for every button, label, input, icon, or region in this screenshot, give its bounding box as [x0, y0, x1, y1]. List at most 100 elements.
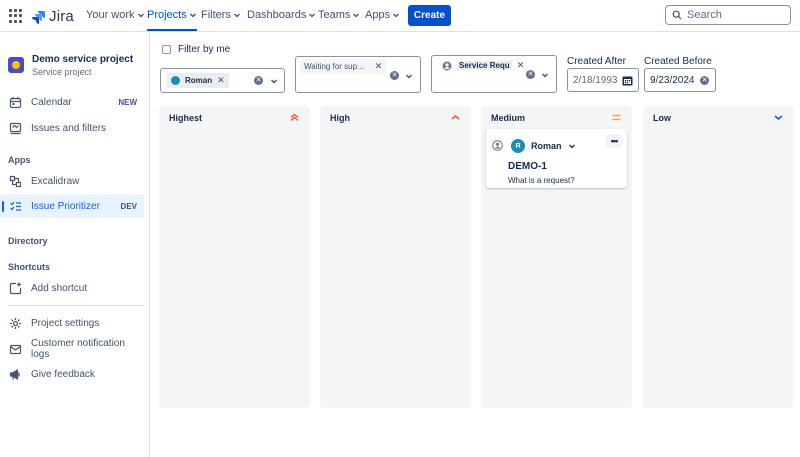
chevron-down-icon: [568, 144, 575, 149]
clear-icon[interactable]: ✕: [526, 70, 535, 79]
sidebar-item-add-shortcut[interactable]: Add shortcut: [0, 276, 144, 300]
nav-teams[interactable]: Teams: [318, 9, 360, 21]
chevron-down-icon: [233, 13, 240, 18]
remove-chip-icon[interactable]: ✕: [217, 75, 225, 86]
sidebar-item-label: Excalidraw: [31, 175, 80, 187]
filter-by-me[interactable]: Filter by me: [162, 44, 230, 55]
nav-filters-label: Filters: [201, 9, 231, 21]
remove-chip-icon[interactable]: ✕: [375, 61, 383, 72]
sidebar-item-label: Project settings: [31, 317, 100, 329]
avatar: R: [511, 139, 525, 153]
status-chip: Waiting for sup... ✕: [300, 59, 387, 74]
sidebar-item-label: Issues and filters: [31, 122, 107, 134]
directory-heading[interactable]: Directory: [8, 236, 48, 246]
jira-logo-icon: [32, 10, 45, 24]
column-medium: Medium R Roman ••• DEMO-1 What is a requ…: [481, 106, 632, 408]
nav-dashboards[interactable]: Dashboards: [247, 9, 316, 21]
chevron-down-icon[interactable]: [270, 77, 278, 85]
created-before-input[interactable]: 9/23/2024 ✕: [644, 68, 716, 92]
logo-text: Jira: [49, 8, 74, 25]
assignee-name: Roman: [531, 141, 562, 151]
sidebar-item-issue-prioritizer[interactable]: Issue Prioritizer DEV: [0, 194, 144, 218]
filter-by-me-label: Filter by me: [178, 44, 231, 55]
person-icon: [442, 61, 452, 70]
new-badge: NEW: [118, 97, 137, 107]
filter-by-me-checkbox[interactable]: [162, 45, 171, 54]
chevron-down-icon: [309, 13, 316, 18]
nav-projects[interactable]: Projects: [147, 9, 197, 31]
create-button[interactable]: Create: [408, 5, 451, 26]
assignee-chip: Roman ✕: [167, 73, 229, 88]
status-select[interactable]: Waiting for sup... ✕ ✕: [295, 56, 421, 93]
nav-teams-label: Teams: [318, 9, 351, 21]
sidebar-item-give-feedback[interactable]: Give feedback: [0, 362, 144, 386]
avatar: [171, 76, 180, 85]
nav-apps[interactable]: Apps: [365, 9, 400, 21]
column-high: High: [320, 106, 471, 408]
chevron-down-icon: [353, 13, 360, 18]
column-title: High: [330, 113, 350, 123]
clear-icon[interactable]: ✕: [254, 76, 263, 85]
clear-icon[interactable]: ✕: [700, 76, 709, 85]
request-type-chip-label: Service Requ: [457, 61, 512, 70]
column-title: Highest: [169, 113, 203, 123]
clear-icon[interactable]: ✕: [390, 71, 399, 80]
created-before-value: 9/23/2024: [650, 74, 695, 86]
sidebar: Demo service project Service project Cal…: [0, 32, 150, 457]
sidebar-item-calendar[interactable]: Calendar NEW: [0, 90, 144, 114]
priority-high-icon: [451, 114, 460, 120]
created-after-input[interactable]: 2/18/1993: [567, 68, 639, 92]
nav-dashboards-label: Dashboards: [247, 9, 307, 21]
gear-icon: [10, 317, 21, 329]
column-title: Medium: [491, 113, 526, 123]
issue-summary: What is a request?: [508, 176, 575, 185]
priority-medium-icon: [612, 114, 621, 121]
created-before-label: Created Before: [644, 56, 712, 67]
mail-icon: [9, 344, 22, 354]
assignee-select[interactable]: Roman ✕ ✕: [160, 68, 285, 93]
more-actions-button[interactable]: •••: [606, 134, 622, 148]
sidebar-item-label: Add shortcut: [31, 282, 88, 294]
issues-filters-icon: [9, 122, 22, 134]
nav-filters[interactable]: Filters: [201, 9, 241, 21]
priority-highest-icon: [290, 113, 299, 122]
issue-card[interactable]: R Roman ••• DEMO-1 What is a request?: [486, 129, 627, 188]
calendar-icon: [9, 96, 22, 108]
prioritizer-icon: [10, 201, 21, 211]
issue-key[interactable]: DEMO-1: [508, 161, 547, 172]
request-type-chip: Service Requ ✕: [438, 58, 529, 73]
calendar-icon[interactable]: [622, 75, 633, 86]
search-input[interactable]: [687, 9, 777, 21]
megaphone-icon: [9, 368, 20, 380]
request-type-select[interactable]: Service Requ ✕ ✕: [431, 55, 557, 93]
chevron-down-icon: [189, 13, 196, 18]
chevron-down-icon[interactable]: [405, 72, 413, 80]
project-avatar: [8, 57, 24, 73]
sidebar-item-project-settings[interactable]: Project settings: [0, 311, 144, 335]
app-switcher-icon[interactable]: [9, 9, 23, 23]
nav-projects-label: Projects: [147, 9, 187, 21]
shortcuts-heading: Shortcuts: [8, 262, 51, 272]
created-after-value: 2/18/1993: [573, 74, 618, 86]
sidebar-divider: [8, 305, 144, 306]
project-header[interactable]: Demo service project Service project: [8, 54, 133, 78]
chevron-down-icon[interactable]: [541, 71, 549, 79]
sidebar-item-customer-notification-logs[interactable]: Customer notification logs: [0, 337, 144, 361]
sidebar-item-label: Calendar: [31, 96, 72, 108]
column-title: Low: [653, 113, 671, 123]
reporter-icon: [492, 140, 503, 151]
jira-logo[interactable]: Jira: [31, 8, 74, 25]
column-low: Low: [643, 106, 794, 408]
chevron-down-icon: [137, 13, 144, 18]
assignee-picker[interactable]: R Roman: [511, 139, 576, 153]
chevron-down-icon: [393, 13, 400, 18]
nav-your-work[interactable]: Your work: [86, 9, 145, 21]
sidebar-item-label: Give feedback: [31, 368, 95, 380]
remove-chip-icon[interactable]: ✕: [517, 60, 525, 71]
excalidraw-icon: [9, 175, 22, 187]
sidebar-item-excalidraw[interactable]: Excalidraw: [0, 169, 144, 193]
sidebar-item-label: Customer notification logs: [31, 338, 125, 360]
assignee-chip-label: Roman: [185, 76, 213, 85]
sidebar-item-issues-filters[interactable]: Issues and filters: [0, 116, 144, 140]
search-box[interactable]: [665, 5, 791, 25]
